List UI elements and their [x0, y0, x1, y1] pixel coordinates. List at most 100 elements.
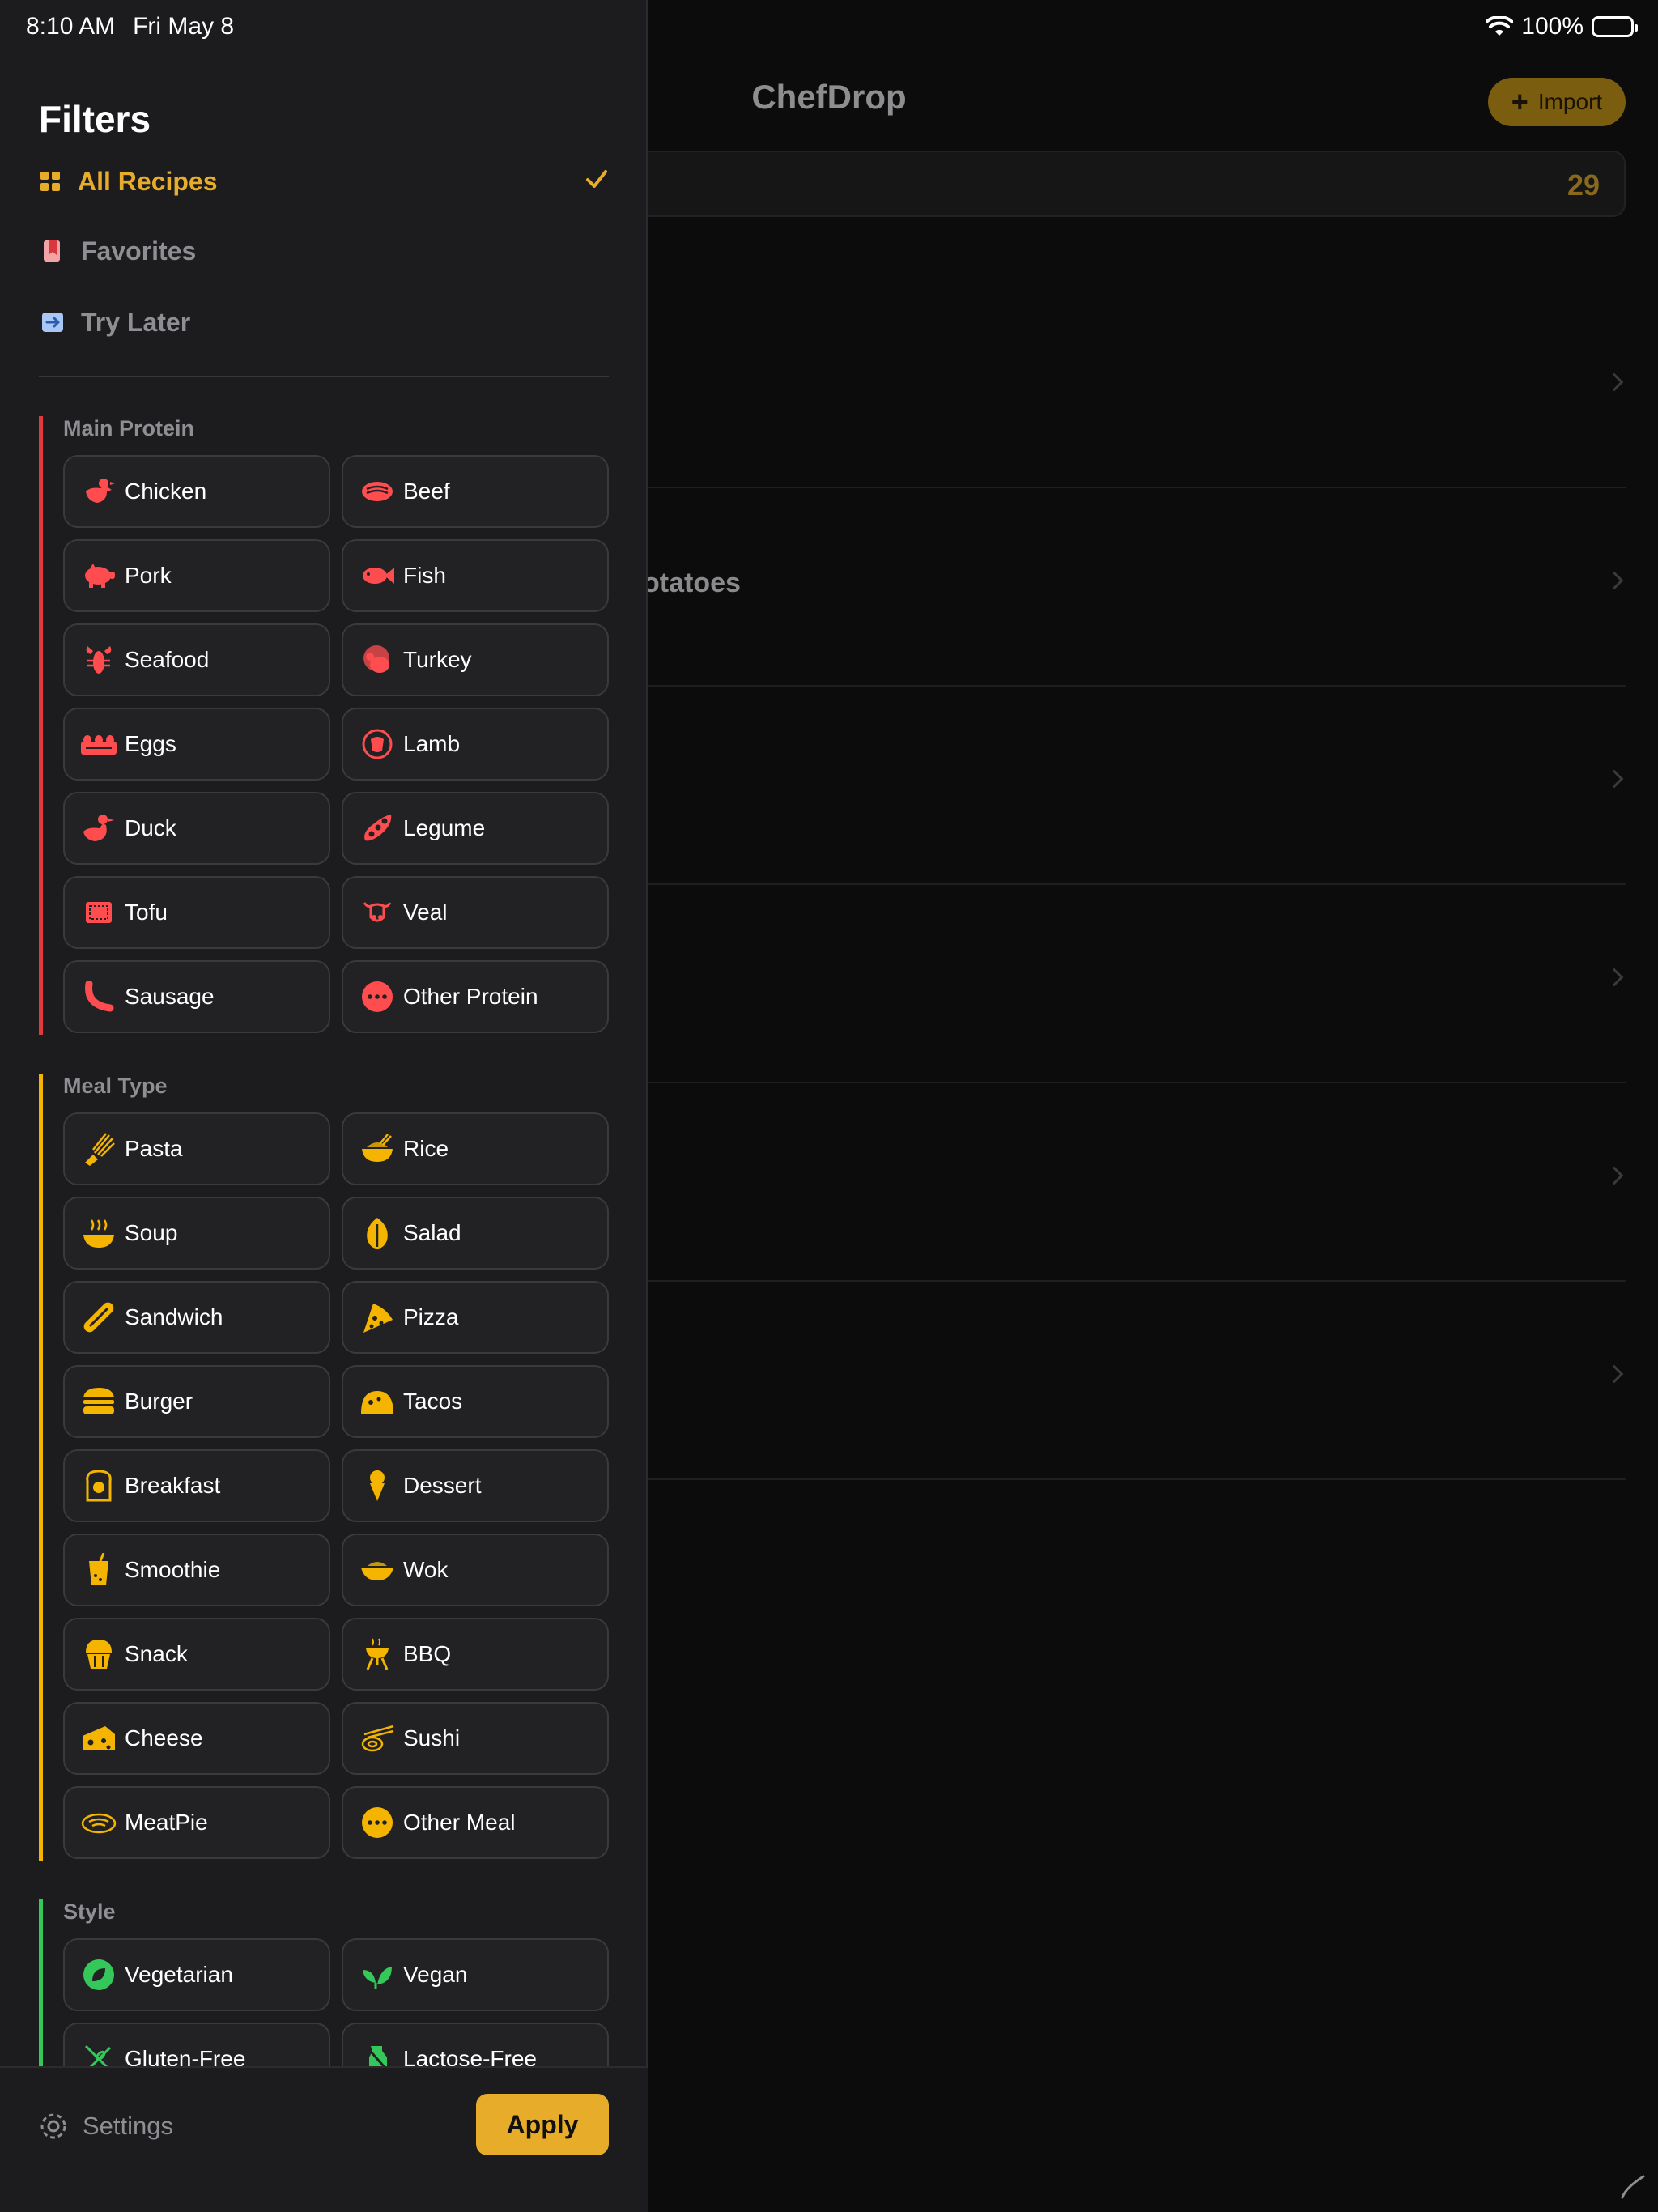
chip-lamb[interactable]: Lamb	[342, 708, 609, 781]
cup-straw-icon	[81, 1552, 117, 1588]
chip-pasta[interactable]: Pasta	[63, 1112, 330, 1185]
chevron-right-icon	[1605, 968, 1624, 987]
chip-vegan[interactable]: Vegan	[342, 1938, 609, 2011]
gear-icon	[40, 2113, 66, 2139]
chip-eggs[interactable]: Eggs	[63, 708, 330, 781]
apply-button[interactable]: Apply	[476, 2094, 609, 2155]
section-title: Meal Type	[63, 1074, 168, 1098]
chip-cheese[interactable]: Cheese	[63, 1702, 330, 1775]
recipe-row[interactable]: otatoes	[631, 488, 1626, 687]
recipe-row[interactable]	[631, 687, 1626, 885]
nav-try-later[interactable]: Try Later	[39, 291, 609, 353]
chip-seafood[interactable]: Seafood	[63, 623, 330, 696]
chip-duck[interactable]: Duck	[63, 792, 330, 865]
section-main-protein: Main Protein Chicken Beef Pork Fish Seaf…	[39, 416, 609, 1035]
chip-wok[interactable]: Wok	[342, 1534, 609, 1606]
chip-tacos[interactable]: Tacos	[342, 1365, 609, 1438]
filters-drawer: 8:10 AM Fri May 8 Filters All Recipes Fa…	[0, 0, 648, 2212]
battery-icon	[1592, 16, 1638, 37]
chip-other-protein[interactable]: Other Protein	[342, 960, 609, 1033]
nav-all-recipes[interactable]: All Recipes	[39, 151, 609, 212]
recipe-row[interactable]	[631, 1282, 1626, 1480]
chip-grid: Chicken Beef Pork Fish Seafood Turkey Eg…	[63, 455, 609, 1033]
chip-rice[interactable]: Rice	[342, 1112, 609, 1185]
chip-label: Cheese	[125, 1725, 203, 1750]
chip-label: Dessert	[403, 1473, 482, 1498]
status-bar-left: 8:10 AM Fri May 8	[26, 13, 234, 40]
chip-label: Pasta	[125, 1136, 183, 1161]
chip-label: Other Protein	[403, 984, 538, 1009]
grid-icon	[40, 172, 60, 191]
chip-other-meal[interactable]: Other Meal	[342, 1786, 609, 1859]
chip-label: Lamb	[403, 731, 461, 756]
milk-slash-icon	[359, 2041, 395, 2066]
import-button[interactable]: + Import	[1488, 78, 1626, 126]
sheep-icon	[359, 726, 395, 762]
chip-sushi[interactable]: Sushi	[342, 1702, 609, 1775]
section-style: Style Vegetarian Vegan Gluten-Free Lacto…	[39, 1899, 609, 2066]
chip-pork[interactable]: Pork	[63, 539, 330, 612]
checkmark-icon	[586, 170, 607, 188]
pencil-icon[interactable]	[1619, 2173, 1647, 2201]
bookmark-icon	[44, 240, 60, 262]
filters-footer: Settings Apply	[0, 2066, 648, 2212]
burger-icon	[81, 1384, 117, 1419]
chip-smoothie[interactable]: Smoothie	[63, 1534, 330, 1606]
import-label: Import	[1537, 89, 1603, 114]
section-meal-type: Meal Type Pasta Rice Soup Salad Sandwich…	[39, 1074, 609, 1861]
chip-label: Rice	[403, 1136, 449, 1161]
recipe-row[interactable]	[631, 885, 1626, 1083]
pie-icon	[81, 1805, 117, 1840]
chip-soup[interactable]: Soup	[63, 1197, 330, 1270]
chip-label: MeatPie	[125, 1810, 208, 1835]
battery-percent: 100%	[1521, 13, 1584, 40]
filters-scroll[interactable]: Main Protein Chicken Beef Pork Fish Seaf…	[0, 405, 648, 2066]
recipe-count: 29	[1567, 168, 1600, 202]
chip-breakfast[interactable]: Breakfast	[63, 1449, 330, 1522]
chip-meatpie[interactable]: MeatPie	[63, 1786, 330, 1859]
nav-label: Favorites	[81, 236, 197, 266]
chip-burger[interactable]: Burger	[63, 1365, 330, 1438]
sushi-chopsticks-icon	[359, 1721, 395, 1756]
sprout-icon	[359, 1957, 395, 1993]
chip-grid: Pasta Rice Soup Salad Sandwich Pizza Bur…	[63, 1112, 609, 1859]
chip-vegetarian[interactable]: Vegetarian	[63, 1938, 330, 2011]
chip-lactose-free[interactable]: Lactose-Free	[342, 2023, 609, 2066]
leaf-icon	[359, 1215, 395, 1251]
chip-turkey[interactable]: Turkey	[342, 623, 609, 696]
chip-label: Gluten-Free	[125, 2046, 246, 2066]
chip-beef[interactable]: Beef	[342, 455, 609, 528]
chip-label: Legume	[403, 815, 486, 840]
recipe-row[interactable]	[631, 290, 1626, 488]
chip-sandwich[interactable]: Sandwich	[63, 1281, 330, 1354]
ellipsis-circle-icon	[359, 1805, 395, 1840]
nav-favorites[interactable]: Favorites	[39, 220, 609, 282]
recipe-row[interactable]	[631, 1083, 1626, 1282]
divider	[39, 376, 609, 377]
app-title: ChefDrop	[751, 78, 907, 116]
settings-button[interactable]: Settings	[39, 2112, 173, 2141]
ellipsis-circle-icon	[359, 979, 395, 1015]
chip-veal[interactable]: Veal	[342, 876, 609, 949]
section-accent-bar	[39, 416, 43, 1035]
chip-label: Snack	[125, 1641, 188, 1666]
chip-legume[interactable]: Legume	[342, 792, 609, 865]
leaf-circle-icon	[81, 1957, 117, 1993]
chip-dessert[interactable]: Dessert	[342, 1449, 609, 1522]
status-date: Fri May 8	[133, 13, 235, 40]
section-title: Style	[63, 1899, 116, 1924]
soup-icon	[81, 1215, 117, 1251]
chip-gluten-free[interactable]: Gluten-Free	[63, 2023, 330, 2066]
search-bar[interactable]: 29	[631, 151, 1626, 217]
chip-chicken[interactable]: Chicken	[63, 455, 330, 528]
nav-label: All Recipes	[78, 166, 218, 196]
chevron-right-icon	[1605, 372, 1624, 392]
chip-sausage[interactable]: Sausage	[63, 960, 330, 1033]
chip-salad[interactable]: Salad	[342, 1197, 609, 1270]
chip-pizza[interactable]: Pizza	[342, 1281, 609, 1354]
chip-snack[interactable]: Snack	[63, 1618, 330, 1691]
chip-tofu[interactable]: Tofu	[63, 876, 330, 949]
chicken-icon	[81, 474, 117, 509]
chip-bbq[interactable]: BBQ	[342, 1618, 609, 1691]
chip-fish[interactable]: Fish	[342, 539, 609, 612]
